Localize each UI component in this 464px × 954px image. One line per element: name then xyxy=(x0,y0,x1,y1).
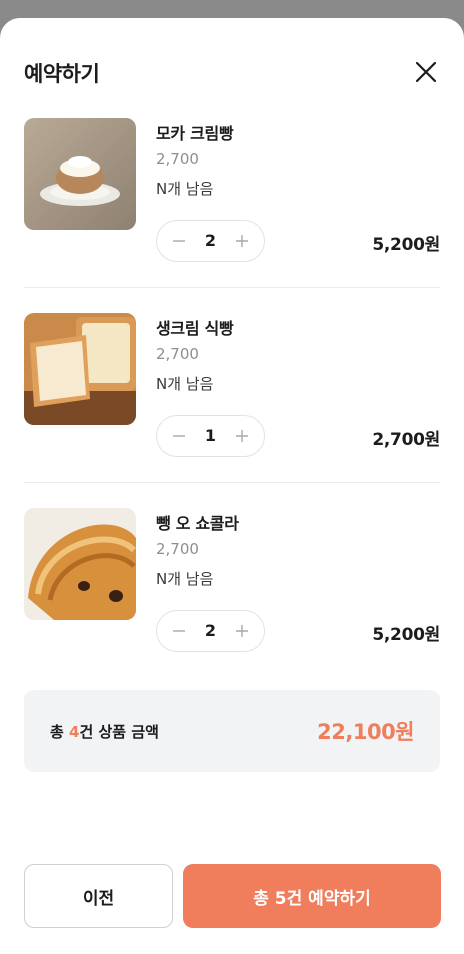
stock-remaining: N개 남음 xyxy=(156,180,214,198)
cart-item-mocha-cream-bread: 모카 크림빵 2,700 N개 남음 2 5,200원 xyxy=(24,118,440,262)
order-summary: 총 4건 상품 금액 22,100원 xyxy=(24,690,440,772)
quantity-value: 1 xyxy=(204,426,217,445)
decrease-button[interactable] xyxy=(159,221,199,261)
sheet-header: 예약하기 xyxy=(24,58,440,86)
summary-count: 4 xyxy=(69,723,80,741)
increase-button[interactable] xyxy=(222,611,262,651)
minus-icon xyxy=(173,630,185,632)
summary-label: 총 4건 상품 금액 xyxy=(50,721,159,742)
plus-icon xyxy=(236,235,248,247)
product-name: 생크림 식빵 xyxy=(156,319,234,338)
minus-icon xyxy=(173,435,185,437)
cart-item-fresh-cream-bread: 생크림 식빵 2,700 N개 남음 1 2,700원 xyxy=(24,313,440,457)
previous-button[interactable]: 이전 xyxy=(24,864,173,928)
plus-icon xyxy=(236,625,248,637)
item-subtotal: 5,200원 xyxy=(372,235,440,255)
product-price: 2,700 xyxy=(156,150,199,168)
reservation-sheet: 예약하기 모카 크림빵 2,700 N개 남음 2 5,200원 생크림 식빵 … xyxy=(0,18,464,954)
minus-icon xyxy=(173,240,185,242)
close-icon xyxy=(415,61,437,83)
plus-icon xyxy=(236,430,248,442)
divider xyxy=(24,287,440,288)
decrease-button[interactable] xyxy=(159,611,199,651)
cart-item-pain-au-chocolat: 뺑 오 쇼콜라 2,700 N개 남음 2 5,200원 xyxy=(24,508,440,652)
item-subtotal: 2,700원 xyxy=(372,430,440,450)
item-subtotal: 5,200원 xyxy=(372,625,440,645)
product-price: 2,700 xyxy=(156,345,199,363)
product-name: 모카 크림빵 xyxy=(156,124,234,143)
quantity-stepper: 2 xyxy=(156,610,265,652)
increase-button[interactable] xyxy=(222,416,262,456)
stock-remaining: N개 남음 xyxy=(156,570,214,588)
summary-suffix: 건 상품 금액 xyxy=(79,723,159,741)
product-image xyxy=(24,508,136,620)
summary-total-amount: 22,100원 xyxy=(317,720,414,744)
stock-remaining: N개 남음 xyxy=(156,375,214,393)
quantity-value: 2 xyxy=(204,621,217,640)
product-name: 뺑 오 쇼콜라 xyxy=(156,514,239,533)
sheet-title: 예약하기 xyxy=(24,62,100,86)
summary-prefix: 총 xyxy=(50,723,70,741)
increase-button[interactable] xyxy=(222,221,262,261)
decrease-button[interactable] xyxy=(159,416,199,456)
quantity-value: 2 xyxy=(204,231,217,250)
quantity-stepper: 1 xyxy=(156,415,265,457)
reserve-button[interactable]: 총 5건 예약하기 xyxy=(183,864,441,928)
divider xyxy=(24,482,440,483)
close-button[interactable] xyxy=(412,58,440,86)
product-image xyxy=(24,118,136,230)
product-price: 2,700 xyxy=(156,540,199,558)
quantity-stepper: 2 xyxy=(156,220,265,262)
product-image xyxy=(24,313,136,425)
